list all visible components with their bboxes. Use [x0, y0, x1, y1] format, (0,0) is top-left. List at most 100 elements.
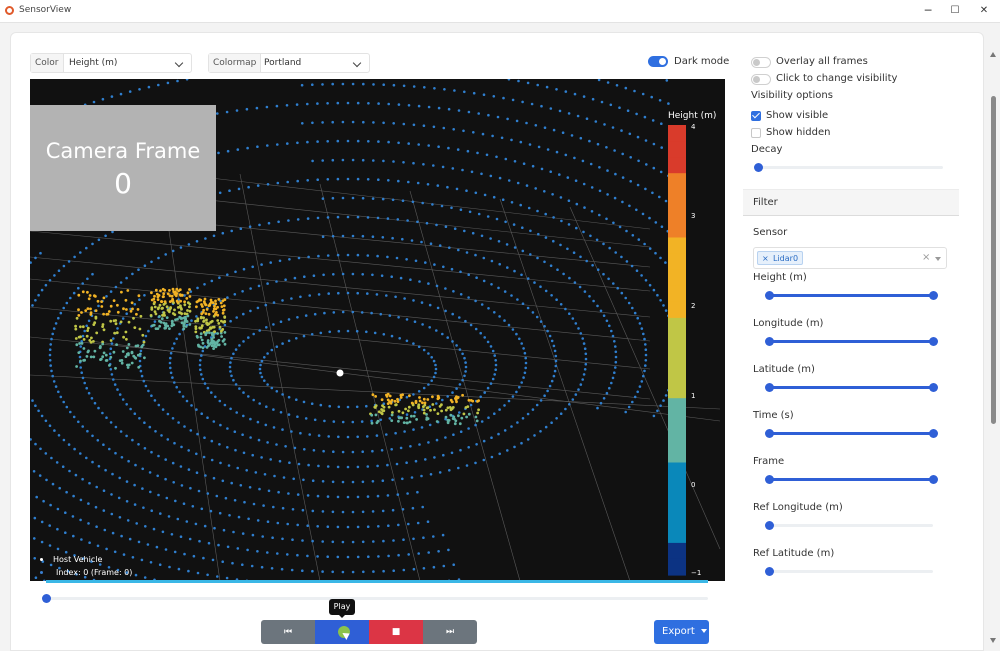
maximize-button[interactable]: ☐ [943, 2, 967, 20]
lidar-point [211, 459, 214, 462]
lidar-point [45, 452, 48, 455]
visibility-toggle[interactable] [751, 74, 771, 85]
play-button[interactable] [315, 620, 369, 644]
filter-slider-handle[interactable] [765, 291, 774, 300]
decay-slider-handle[interactable] [754, 163, 763, 172]
show-hidden-checkbox[interactable] [751, 128, 761, 138]
stop-button[interactable]: ■ [369, 620, 423, 644]
legend-host-vehicle[interactable]: Host Vehicle [40, 555, 102, 564]
lidar-point [459, 383, 462, 386]
object-point [109, 356, 112, 359]
point-cloud-plot[interactable]: Camera Frame 0 Height (m) 4 3 2 1 0 −1 H… [30, 79, 725, 581]
lidar-point [490, 382, 493, 385]
lidar-point [637, 184, 640, 187]
overlay-toggle[interactable] [751, 57, 771, 68]
filter-slider-handle[interactable] [765, 521, 774, 530]
filter-slider-handle[interactable] [765, 567, 774, 576]
lidar-point [260, 456, 263, 459]
show-visible-checkbox[interactable] [751, 111, 761, 121]
lidar-point [180, 535, 183, 538]
object-point [152, 298, 155, 301]
minimize-button[interactable]: ─ [916, 2, 940, 20]
object-point [82, 325, 85, 328]
dropdown-arrow-icon[interactable] [935, 257, 941, 261]
page-scrollbar[interactable] [988, 50, 998, 649]
filter-header[interactable]: Filter [743, 189, 959, 216]
host-vehicle-marker[interactable] [337, 370, 344, 377]
filter-slider-handle[interactable] [929, 429, 938, 438]
sensor-chip[interactable]: × Lidar0 [757, 251, 803, 265]
lidar-point [234, 293, 237, 296]
lidar-point [612, 377, 615, 380]
lidar-point [614, 197, 617, 200]
filter-slider-handle[interactable] [765, 383, 774, 392]
lidar-point [451, 340, 454, 343]
filter-range-slider[interactable] [769, 570, 933, 573]
filter-slider-handle[interactable] [765, 429, 774, 438]
lidar-point [62, 307, 65, 310]
filter-slider-handle[interactable] [765, 475, 774, 484]
lidar-point [337, 140, 340, 143]
clear-icon[interactable]: × [922, 252, 930, 263]
object-point [417, 403, 420, 406]
lidar-point [521, 101, 524, 104]
lidar-point [436, 439, 439, 442]
lidar-point [377, 178, 380, 181]
object-point [218, 339, 221, 342]
lidar-point [433, 126, 436, 129]
frame-slider[interactable] [46, 597, 708, 600]
lidar-point [494, 368, 497, 371]
close-button[interactable]: ✕ [972, 2, 996, 20]
lidar-point [660, 171, 663, 174]
lidar-point [204, 382, 207, 385]
lidar-point [520, 342, 523, 345]
frame-slider-handle[interactable] [42, 594, 51, 603]
object-point [223, 320, 226, 323]
filter-slider-handle[interactable] [765, 337, 774, 346]
object-point [205, 312, 208, 315]
lidar-point [275, 443, 278, 446]
lidar-point [534, 187, 537, 190]
lidar-point [183, 425, 186, 428]
object-point [404, 408, 407, 411]
scroll-down-icon[interactable] [990, 638, 996, 643]
color-select[interactable]: Color Height (m) [30, 53, 192, 73]
object-point [100, 300, 103, 303]
lidar-point [156, 475, 159, 478]
filter-slider-handle[interactable] [929, 291, 938, 300]
lidar-point [616, 287, 619, 290]
lidar-point [502, 198, 505, 201]
lidar-point [392, 122, 395, 125]
lidar-point [122, 398, 125, 401]
decay-slider[interactable] [758, 166, 943, 169]
filter-slider-handle[interactable] [929, 337, 938, 346]
export-button[interactable]: Export [654, 620, 709, 644]
lidar-point [565, 90, 568, 93]
last-frame-button[interactable]: ⏭ [423, 620, 477, 644]
chip-remove-icon[interactable]: × [762, 252, 769, 266]
filter-range-slider[interactable] [769, 524, 933, 527]
lidar-point [508, 324, 511, 327]
lidar-point [45, 284, 48, 287]
lidar-point [430, 356, 433, 359]
scroll-thumb[interactable] [991, 96, 996, 424]
colormap-select[interactable]: Colormap Portland [208, 53, 370, 73]
lidar-point [276, 105, 279, 108]
object-point [131, 308, 134, 311]
scroll-up-icon[interactable] [990, 52, 996, 57]
filter-slider-handle[interactable] [929, 475, 938, 484]
lidar-point [545, 426, 548, 429]
object-point [447, 406, 450, 409]
filter-slider-handle[interactable] [929, 383, 938, 392]
object-point [180, 312, 183, 315]
object-point [220, 335, 223, 338]
lidar-point [652, 119, 655, 122]
lidar-point [119, 393, 122, 396]
lidar-point [421, 323, 424, 326]
lidar-point [302, 479, 305, 482]
dark-mode-toggle[interactable] [648, 56, 668, 67]
lidar-point [494, 359, 497, 362]
object-point [101, 355, 104, 358]
first-frame-button[interactable]: ⏮ [261, 620, 315, 644]
object-point [103, 328, 106, 331]
